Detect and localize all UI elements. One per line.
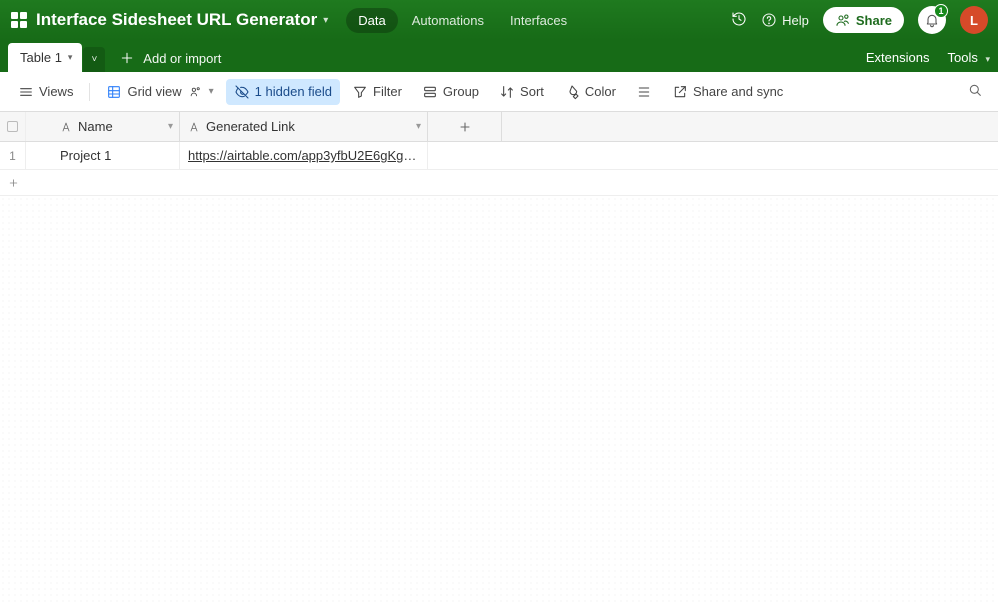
color-button[interactable]: Color — [556, 79, 624, 105]
checkbox-icon — [7, 121, 18, 132]
select-all-checkbox[interactable] — [0, 112, 26, 141]
cell-generated-link[interactable]: https://airtable.com/app3yfbU2E6gKgEl6/p… — [180, 142, 428, 169]
chevron-down-icon[interactable]: ▾ — [168, 121, 173, 132]
cell-name[interactable]: Project 1 — [52, 142, 180, 169]
sort-label: Sort — [520, 84, 544, 99]
table-tab-active[interactable]: Table 1 ▾ — [8, 43, 82, 72]
group-button[interactable]: Group — [414, 79, 487, 105]
grid-view-button[interactable]: Grid view ▾ — [98, 79, 221, 105]
help-button[interactable]: Help — [761, 12, 809, 28]
expand-placeholder — [26, 112, 52, 141]
sort-button[interactable]: Sort — [491, 79, 552, 105]
tables-row: Table 1 ▾ ˅ Add or import Extensions Too… — [0, 40, 998, 72]
app-header: Interface Sidesheet URL Generator ▾ Data… — [0, 0, 998, 40]
share-and-sync-button[interactable]: Share and sync — [664, 79, 791, 105]
add-row-plus-icon[interactable] — [0, 170, 26, 195]
avatar[interactable]: L — [960, 6, 988, 34]
view-toolbar: Views Grid view ▾ 1 hidden field Filter … — [0, 72, 998, 112]
chevron-down-icon[interactable]: ▾ — [416, 121, 421, 132]
hidden-fields-label: 1 hidden field — [255, 84, 332, 99]
add-field-button[interactable] — [428, 112, 502, 141]
expand-record-button[interactable] — [26, 142, 52, 169]
grid-view-label: Grid view — [127, 84, 181, 99]
history-icon[interactable] — [731, 11, 747, 30]
table-row[interactable]: 1 Project 1 https://airtable.com/app3yfb… — [0, 142, 998, 170]
tools-caret-icon: ▾ — [985, 54, 990, 64]
share-label: Share — [856, 13, 892, 28]
chevron-down-icon: ▾ — [209, 86, 214, 97]
text-field-icon — [60, 121, 72, 133]
add-import-label: Add or import — [143, 51, 221, 66]
add-row[interactable] — [0, 170, 998, 196]
row-number[interactable]: 1 — [0, 142, 26, 169]
extensions-button[interactable]: Extensions — [866, 50, 930, 65]
tools-button[interactable]: Tools ▾ — [947, 50, 990, 65]
grid-header: Name ▾ Generated Link ▾ — [0, 112, 998, 142]
share-button[interactable]: Share — [823, 7, 904, 33]
nav-tab-data[interactable]: Data — [346, 8, 397, 33]
table-tab-caret-icon[interactable]: ▾ — [68, 52, 73, 63]
tools-label: Tools — [947, 50, 977, 65]
column-link-label: Generated Link — [206, 119, 295, 134]
table-list-dropdown[interactable]: ˅ — [83, 47, 105, 72]
text-field-icon — [188, 121, 200, 133]
base-title[interactable]: Interface Sidesheet URL Generator — [36, 10, 317, 30]
notifications-button[interactable]: 1 — [918, 6, 946, 34]
help-label: Help — [782, 13, 809, 28]
views-button[interactable]: Views — [10, 79, 81, 105]
filter-button[interactable]: Filter — [344, 79, 410, 105]
column-header-generated-link[interactable]: Generated Link ▾ — [180, 112, 428, 141]
notification-badge: 1 — [934, 4, 948, 18]
row-height-button[interactable] — [628, 79, 660, 105]
views-label: Views — [39, 84, 73, 99]
nav-tabs: Data Automations Interfaces — [346, 8, 579, 33]
color-label: Color — [585, 84, 616, 99]
filter-label: Filter — [373, 84, 402, 99]
nav-tab-automations[interactable]: Automations — [400, 8, 496, 33]
add-or-import-button[interactable]: Add or import — [119, 50, 221, 72]
hidden-fields-button[interactable]: 1 hidden field — [226, 79, 340, 105]
airtable-logo-icon[interactable] — [10, 11, 28, 29]
base-menu-caret-icon[interactable]: ▾ — [323, 15, 328, 26]
cell-link-value: https://airtable.com/app3yfbU2E6gKgEl6/p… — [188, 148, 419, 163]
search-button[interactable] — [962, 77, 988, 106]
table-tab-label: Table 1 — [20, 50, 62, 65]
share-sync-label: Share and sync — [693, 84, 783, 99]
grid-body: 1 Project 1 https://airtable.com/app3yfb… — [0, 142, 998, 602]
separator — [89, 83, 90, 101]
column-header-name[interactable]: Name ▾ — [52, 112, 180, 141]
cell-name-value: Project 1 — [60, 148, 111, 163]
nav-tab-interfaces[interactable]: Interfaces — [498, 8, 579, 33]
group-label: Group — [443, 84, 479, 99]
column-name-label: Name — [78, 119, 113, 134]
